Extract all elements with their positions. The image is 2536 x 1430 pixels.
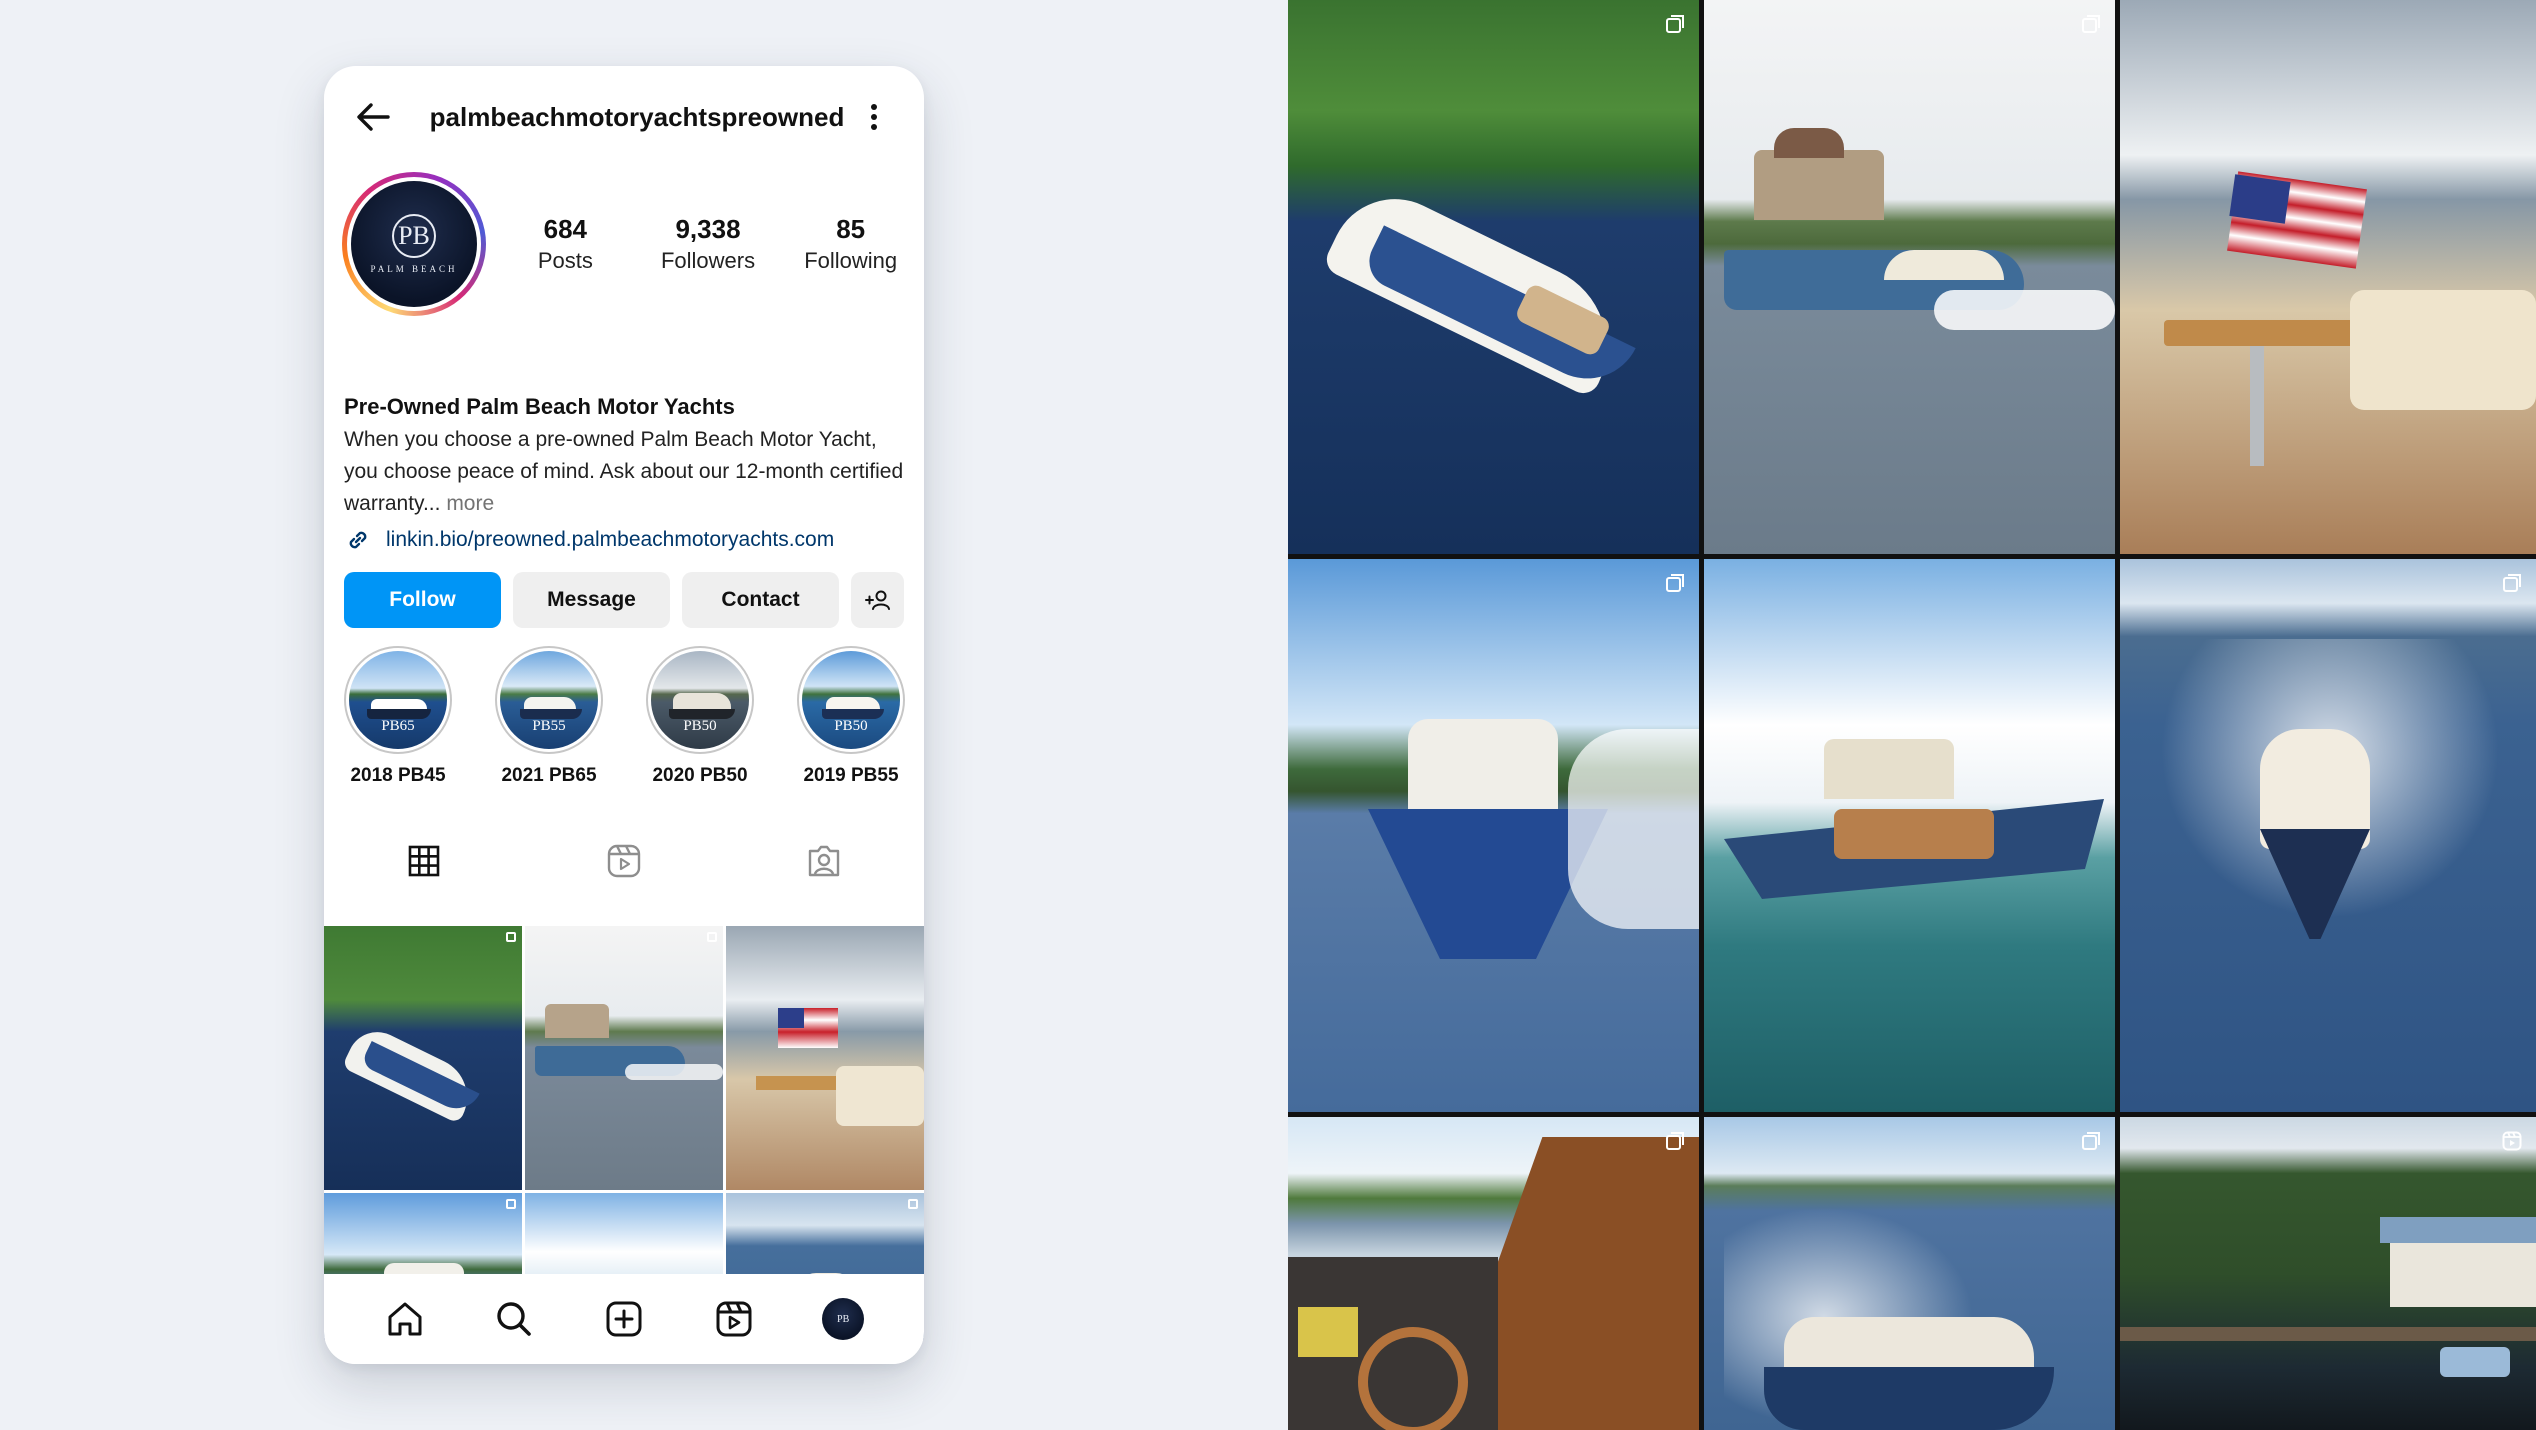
profile-avatar[interactable]: PB PALM BEACH	[342, 172, 486, 316]
nav-home[interactable]	[380, 1294, 430, 1344]
reels-icon	[607, 844, 641, 878]
highlight-tag: PB50	[683, 718, 717, 734]
post-yacht-river-aerial[interactable]	[1288, 0, 1699, 554]
reels-icon	[2502, 1131, 2522, 1151]
tab-reels[interactable]	[524, 828, 724, 894]
phone-frame: palmbeachmotoryachtspreowned PB PALM BEA…	[324, 66, 924, 1364]
highlight-label: 2021 PB65	[501, 765, 597, 786]
stat-label: Following	[804, 248, 898, 273]
followers-count[interactable]: 9,338 Followers	[637, 212, 780, 302]
bottom-navigation: PB	[324, 1274, 924, 1364]
reels-icon	[716, 1301, 752, 1337]
more-options-button[interactable]	[854, 96, 894, 138]
nav-create[interactable]	[599, 1294, 649, 1344]
stat-value: 684	[543, 214, 588, 244]
profile-header: palmbeachmotoryachtspreowned	[324, 66, 924, 162]
highlight-label: 2019 PB55	[803, 765, 899, 786]
nav-search[interactable]	[489, 1294, 539, 1344]
post-thumbnail[interactable]	[324, 926, 522, 1190]
stat-label: Followers	[660, 248, 756, 273]
stat-value: 9,338	[675, 214, 741, 244]
highlight-tag: PB65	[381, 718, 415, 734]
highlight-cover: PB65	[349, 651, 447, 749]
highlight-tag: PB50	[834, 718, 868, 734]
highlight-item[interactable]: PB65 2018 PB45	[344, 646, 452, 796]
grid-icon	[408, 845, 440, 877]
profile-display-name: Pre-Owned Palm Beach Motor Yachts	[344, 394, 735, 419]
carousel-icon	[2503, 574, 2521, 592]
profile-avatar-small: PB	[822, 1298, 865, 1340]
contact-button[interactable]: Contact	[682, 572, 839, 628]
post-yacht-head-on-wake[interactable]	[2120, 559, 2536, 1112]
post-flybridge-wake[interactable]	[1288, 559, 1699, 1112]
logo-monogram: PB	[392, 214, 436, 258]
more-vertical-icon	[871, 104, 877, 130]
home-icon	[388, 1302, 422, 1336]
post-flybridge-anchored[interactable]	[1704, 559, 2115, 1112]
highlight-label: 2018 PB45	[350, 765, 446, 786]
search-icon	[497, 1302, 532, 1336]
carousel-icon	[2082, 15, 2100, 33]
bio-text: When you choose a pre-owned Palm Beach M…	[344, 424, 904, 520]
carousel-icon	[908, 1199, 918, 1209]
profile-username: palmbeachmotoryachtspreowned	[429, 102, 845, 132]
post-yacht-castle-running[interactable]	[1704, 0, 2115, 554]
profile-actions: Follow Message Contact	[344, 572, 904, 628]
stat-value: 85	[836, 214, 866, 244]
carousel-icon	[2082, 1132, 2100, 1150]
carousel-icon	[506, 932, 516, 942]
highlight-cover: PB55	[500, 651, 598, 749]
arrow-left-icon	[357, 103, 390, 131]
highlight-label: 2020 PB50	[652, 765, 748, 786]
carousel-icon	[506, 1199, 516, 1209]
profile-bio: Pre-Owned Palm Beach Motor Yachts When y…	[344, 392, 904, 556]
highlight-item[interactable]: PB50 2020 PB50	[646, 646, 754, 796]
logo-wordmark: PALM BEACH	[370, 264, 458, 274]
tab-posts[interactable]	[324, 828, 524, 894]
highlight-item[interactable]: PB55 2021 PB65	[495, 646, 603, 796]
bio-more-link[interactable]: more	[446, 492, 494, 515]
posts-count[interactable]: 684 Posts	[494, 212, 637, 302]
profile-tabs	[324, 828, 924, 894]
bio-body: When you choose a pre-owned Palm Beach M…	[344, 428, 904, 515]
nav-reels[interactable]	[709, 1294, 759, 1344]
palm-beach-logo: PB PALM BEACH	[351, 181, 477, 307]
story-highlights: PB65 2018 PB45 PB55 2021 PB65 PB50 2020 …	[344, 646, 914, 796]
profile-link[interactable]: linkin.bio/preowned.palmbeachmotoryachts…	[344, 524, 904, 556]
post-yacht-turning[interactable]	[1704, 1117, 2115, 1430]
post-thumbnail[interactable]	[525, 926, 723, 1190]
tagged-icon	[808, 845, 840, 877]
posts-grid-enlarged	[1288, 0, 2536, 1430]
post-waterfront-home[interactable]	[2120, 1117, 2536, 1430]
carousel-icon	[1666, 574, 1684, 592]
message-button[interactable]: Message	[513, 572, 670, 628]
carousel-icon	[1666, 1132, 1684, 1150]
tab-tagged[interactable]	[724, 828, 924, 894]
nav-profile[interactable]: PB	[818, 1294, 868, 1344]
create-icon	[606, 1301, 642, 1337]
back-button[interactable]	[352, 96, 394, 138]
highlight-cover: PB50	[651, 651, 749, 749]
post-thumbnail[interactable]	[726, 926, 924, 1190]
profile-link-text: linkin.bio/preowned.palmbeachmotoryachts…	[386, 528, 835, 551]
post-helm-station[interactable]	[1288, 1117, 1699, 1430]
post-aft-deck-flag[interactable]	[2120, 0, 2536, 554]
highlight-tag: PB55	[532, 718, 566, 734]
suggested-accounts-button[interactable]	[851, 572, 904, 628]
following-count[interactable]: 85 Following	[779, 212, 922, 302]
profile-stats: 684 Posts 9,338 Followers 85 Following	[494, 212, 922, 302]
carousel-icon	[707, 932, 717, 942]
stat-label: Posts	[537, 248, 593, 273]
highlight-cover: PB50	[802, 651, 900, 749]
follow-button[interactable]: Follow	[344, 572, 501, 628]
carousel-icon	[1666, 15, 1684, 33]
link-icon	[349, 531, 367, 549]
add-person-icon	[864, 590, 890, 610]
highlight-item[interactable]: PB50 2019 PB55	[797, 646, 905, 796]
